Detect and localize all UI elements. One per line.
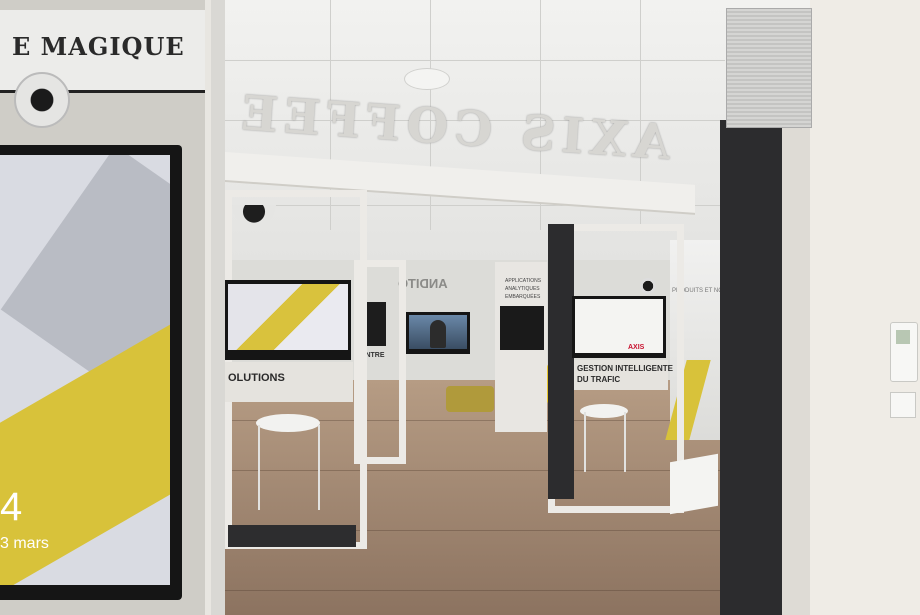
dome-camera-icon xyxy=(640,278,656,294)
stool xyxy=(256,414,320,432)
axis-logo: AXIS xyxy=(628,344,645,351)
ceiling-tile-line xyxy=(225,60,725,61)
kiosk-left-base xyxy=(228,525,356,547)
thermostat-screen xyxy=(896,330,910,344)
kiosk-left-screen xyxy=(228,284,348,350)
kiosk-right-label: GESTION INTELLIGENTE xyxy=(577,364,674,373)
dark-pillar xyxy=(720,120,782,615)
stool xyxy=(580,404,628,418)
stool-leg xyxy=(624,412,626,472)
presenter-on-screen xyxy=(430,320,446,348)
left-display-clock: 4 xyxy=(0,485,23,529)
kiosk-right-label: DU TRAFIC xyxy=(577,375,621,384)
kiosk-back-label: APPLICATIONS xyxy=(505,278,542,284)
left-sign: E MAGIQUE xyxy=(12,32,185,61)
kiosk-left-label: OLUTIONS xyxy=(228,372,285,384)
floor-plank xyxy=(225,590,725,591)
stool-leg xyxy=(318,425,320,510)
kiosk-back-label: EMBARQUÉES xyxy=(505,294,541,300)
left-display-screen xyxy=(0,155,170,585)
stool-leg xyxy=(258,425,260,510)
stool-leg xyxy=(584,412,586,472)
light-switch xyxy=(890,392,916,418)
kiosk-back-label: ANALYTIQUES xyxy=(505,286,540,292)
pillar-side xyxy=(782,120,810,615)
kiosk-back-screen xyxy=(500,306,544,350)
left-display-date: 3 mars xyxy=(0,535,49,552)
right-wall xyxy=(810,0,920,615)
smoke-detector xyxy=(404,68,450,90)
kiosk-right-screen xyxy=(575,299,663,353)
kiosk-right-dark-panel xyxy=(548,224,574,499)
white-box xyxy=(670,453,718,515)
security-camera-icon xyxy=(14,72,70,128)
lounge-sofa xyxy=(446,386,494,412)
speaker-icon xyxy=(726,8,812,128)
